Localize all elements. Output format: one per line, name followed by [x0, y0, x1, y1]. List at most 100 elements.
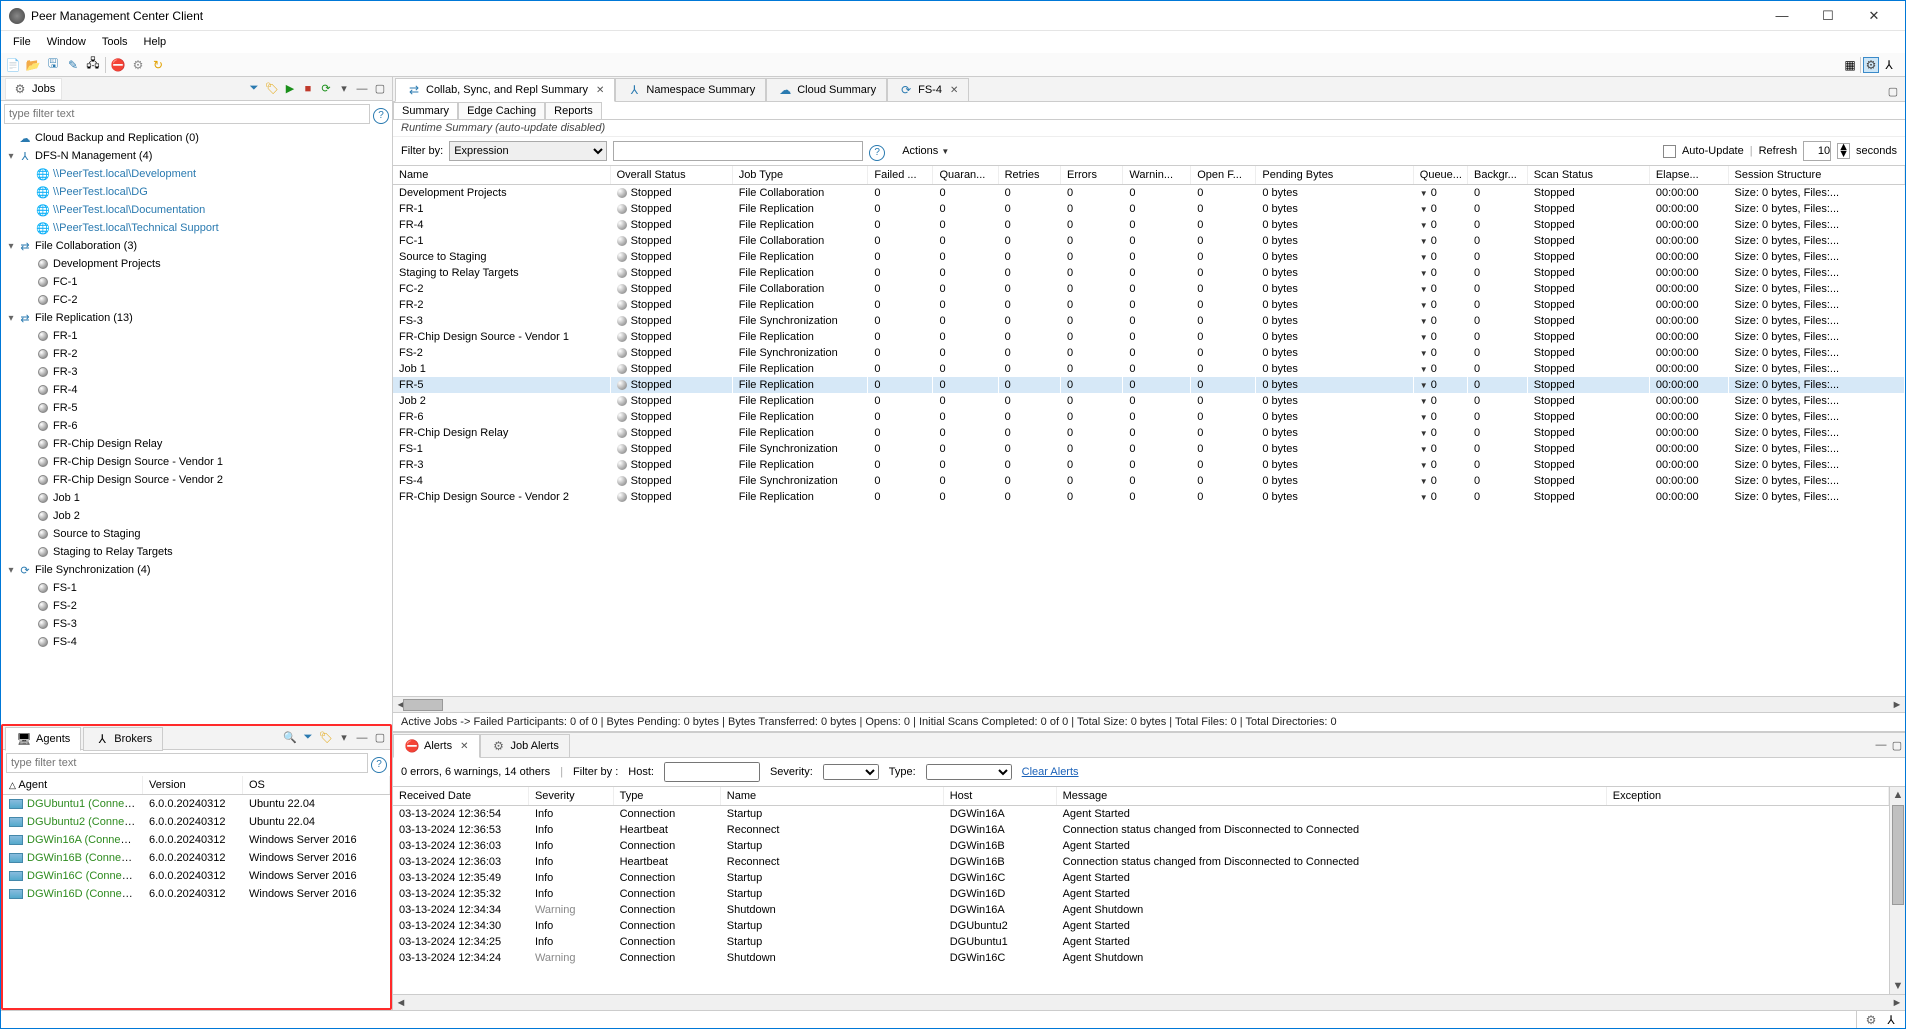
menu-tools[interactable]: Tools: [94, 34, 136, 50]
tree-node[interactable]: FS-4: [1, 633, 392, 651]
agents-table[interactable]: △ Agent Version OS DGUbuntu1 (Connected)…: [3, 776, 390, 1008]
alert-row[interactable]: 03-13-2024 12:34:34WarningConnectionShut…: [393, 902, 1889, 918]
grid-row[interactable]: FR-3StoppedFile Replication0000000 bytes…: [393, 457, 1905, 473]
column-header[interactable]: Pending Bytes: [1256, 166, 1413, 185]
help-icon[interactable]: ?: [371, 757, 387, 773]
grid-row[interactable]: Job 1StoppedFile Replication0000000 byte…: [393, 361, 1905, 377]
settings-icon[interactable]: ⚙: [130, 57, 146, 73]
alerts-type-select[interactable]: [926, 764, 1012, 780]
view-menu-icon[interactable]: ▾: [336, 81, 352, 97]
alerts-horizontal-scrollbar[interactable]: ◄ ►: [393, 994, 1905, 1010]
column-header[interactable]: Session Structure: [1728, 166, 1904, 185]
column-header[interactable]: Type: [613, 787, 720, 806]
column-header[interactable]: Failed ...: [868, 166, 933, 185]
tabs-max-icon[interactable]: ▢: [1885, 83, 1901, 99]
stop-icon[interactable]: ■: [300, 81, 316, 97]
tag-icon[interactable]: 🏷: [264, 81, 280, 97]
grid-row[interactable]: FS-4StoppedFile Synchronization0000000 b…: [393, 473, 1905, 489]
column-header[interactable]: Overall Status: [610, 166, 732, 185]
grid-row[interactable]: FR-4StoppedFile Replication0000000 bytes…: [393, 217, 1905, 233]
minimize-button[interactable]: —: [1759, 1, 1805, 31]
tab-agents[interactable]: 🖥Agents: [5, 727, 81, 751]
tree-node[interactable]: FR-Chip Design Source - Vendor 2: [1, 471, 392, 489]
grid-row[interactable]: Source to StagingStoppedFile Replication…: [393, 249, 1905, 265]
run-icon[interactable]: ▶: [282, 81, 298, 97]
tree-node[interactable]: 🌐\\PeerTest.local\Documentation: [1, 201, 392, 219]
error-icon[interactable]: ⛔: [110, 57, 126, 73]
column-header[interactable]: Warnin...: [1123, 166, 1191, 185]
agents-filter-input[interactable]: [6, 753, 368, 773]
column-header[interactable]: Retries: [998, 166, 1060, 185]
grid-row[interactable]: FC-2StoppedFile Collaboration0000000 byt…: [393, 281, 1905, 297]
column-header[interactable]: Backgr...: [1468, 166, 1528, 185]
tree-node[interactable]: FR-3: [1, 363, 392, 381]
agent-row[interactable]: DGUbuntu1 (Connected)6.0.0.20240312Ubunt…: [3, 795, 390, 813]
column-header[interactable]: Scan Status: [1527, 166, 1649, 185]
clear-alerts-link[interactable]: Clear Alerts: [1022, 766, 1079, 778]
column-header[interactable]: Message: [1056, 787, 1606, 806]
save-icon[interactable]: 🖫: [45, 57, 61, 73]
layout-icon[interactable]: ▦: [1842, 57, 1858, 73]
maximize-button[interactable]: ☐: [1805, 1, 1851, 31]
grid-row[interactable]: FR-6StoppedFile Replication0000000 bytes…: [393, 409, 1905, 425]
tree-node[interactable]: Job 2: [1, 507, 392, 525]
tree-node[interactable]: Source to Staging: [1, 525, 392, 543]
refresh-jobs-icon[interactable]: ⟳: [318, 81, 334, 97]
tree-node[interactable]: FR-Chip Design Source - Vendor 1: [1, 453, 392, 471]
grid-horizontal-scrollbar[interactable]: ◄ ►: [393, 696, 1905, 712]
tree-node[interactable]: ☁Cloud Backup and Replication (0): [1, 129, 392, 147]
agent-row[interactable]: DGWin16D (Connected)6.0.0.20240312Window…: [3, 885, 390, 903]
alerts-host-input[interactable]: [664, 762, 760, 782]
help-icon[interactable]: ?: [373, 108, 389, 124]
tree-node[interactable]: FS-2: [1, 597, 392, 615]
tab-job-alerts[interactable]: ⚙Job Alerts: [480, 734, 570, 758]
column-header[interactable]: Name: [720, 787, 943, 806]
agent-max-icon[interactable]: ▢: [372, 730, 388, 746]
alerts-severity-select[interactable]: [823, 764, 879, 780]
column-header[interactable]: Host: [943, 787, 1056, 806]
grid-row[interactable]: FS-1StoppedFile Synchronization0000000 b…: [393, 441, 1905, 457]
tree-node[interactable]: FS-3: [1, 615, 392, 633]
close-icon[interactable]: ✕: [460, 741, 468, 752]
editor-tab[interactable]: ☁Cloud Summary: [766, 78, 887, 102]
alerts-grid[interactable]: Received DateSeverityTypeNameHostMessage…: [393, 787, 1905, 994]
tree-node[interactable]: FS-1: [1, 579, 392, 597]
grid-row[interactable]: Job 2StoppedFile Replication0000000 byte…: [393, 393, 1905, 409]
agent-view-icon[interactable]: ▾: [336, 730, 352, 746]
tree-node[interactable]: FR-2: [1, 345, 392, 363]
column-header[interactable]: Severity: [528, 787, 613, 806]
gear-sel-icon[interactable]: ⚙: [1863, 57, 1879, 73]
grid-row[interactable]: FC-1StoppedFile Collaboration0000000 byt…: [393, 233, 1905, 249]
column-header[interactable]: Exception: [1606, 787, 1888, 806]
subtab-edge-caching[interactable]: Edge Caching: [458, 102, 545, 119]
grid-row[interactable]: Development ProjectsStoppedFile Collabor…: [393, 185, 1905, 202]
agent-inspect-icon[interactable]: 🔍: [282, 730, 298, 746]
column-header[interactable]: Elapse...: [1649, 166, 1728, 185]
editor-tab[interactable]: ⟳FS-4✕: [887, 78, 969, 102]
refresh-link[interactable]: Refresh: [1759, 145, 1798, 157]
grid-row[interactable]: FS-3StoppedFile Synchronization0000000 b…: [393, 313, 1905, 329]
interval-spinner[interactable]: ▲▼: [1837, 143, 1850, 159]
tree-node[interactable]: FR-6: [1, 417, 392, 435]
tree-node[interactable]: 🌐\\PeerTest.local\Technical Support: [1, 219, 392, 237]
alert-row[interactable]: 03-13-2024 12:34:30InfoConnectionStartup…: [393, 918, 1889, 934]
menu-help[interactable]: Help: [136, 34, 175, 50]
jobs-filter-input[interactable]: [4, 104, 370, 124]
grid-row[interactable]: FR-5StoppedFile Replication0000000 bytes…: [393, 377, 1905, 393]
tree-node[interactable]: 🌐\\PeerTest.local\Development: [1, 165, 392, 183]
grid-row[interactable]: FR-1StoppedFile Replication0000000 bytes…: [393, 201, 1905, 217]
agent-row[interactable]: DGUbuntu2 (Connected)6.0.0.20240312Ubunt…: [3, 813, 390, 831]
menu-file[interactable]: File: [5, 34, 39, 50]
column-header[interactable]: Received Date: [393, 787, 528, 806]
add-agent-icon[interactable]: 🖧: [85, 57, 101, 73]
alert-row[interactable]: 03-13-2024 12:35:32InfoConnectionStartup…: [393, 886, 1889, 902]
alert-row[interactable]: 03-13-2024 12:35:49InfoConnectionStartup…: [393, 870, 1889, 886]
minimize-panel-icon[interactable]: —: [354, 81, 370, 97]
grid-row[interactable]: FR-2StoppedFile Replication0000000 bytes…: [393, 297, 1905, 313]
tree-node[interactable]: Staging to Relay Targets: [1, 543, 392, 561]
close-icon[interactable]: ✕: [596, 85, 604, 96]
grid-row[interactable]: Staging to Relay TargetsStoppedFile Repl…: [393, 265, 1905, 281]
tree-node[interactable]: FR-Chip Design Relay: [1, 435, 392, 453]
alert-row[interactable]: 03-13-2024 12:36:53InfoHeartbeatReconnec…: [393, 822, 1889, 838]
grid-row[interactable]: FR-Chip Design RelayStoppedFile Replicat…: [393, 425, 1905, 441]
